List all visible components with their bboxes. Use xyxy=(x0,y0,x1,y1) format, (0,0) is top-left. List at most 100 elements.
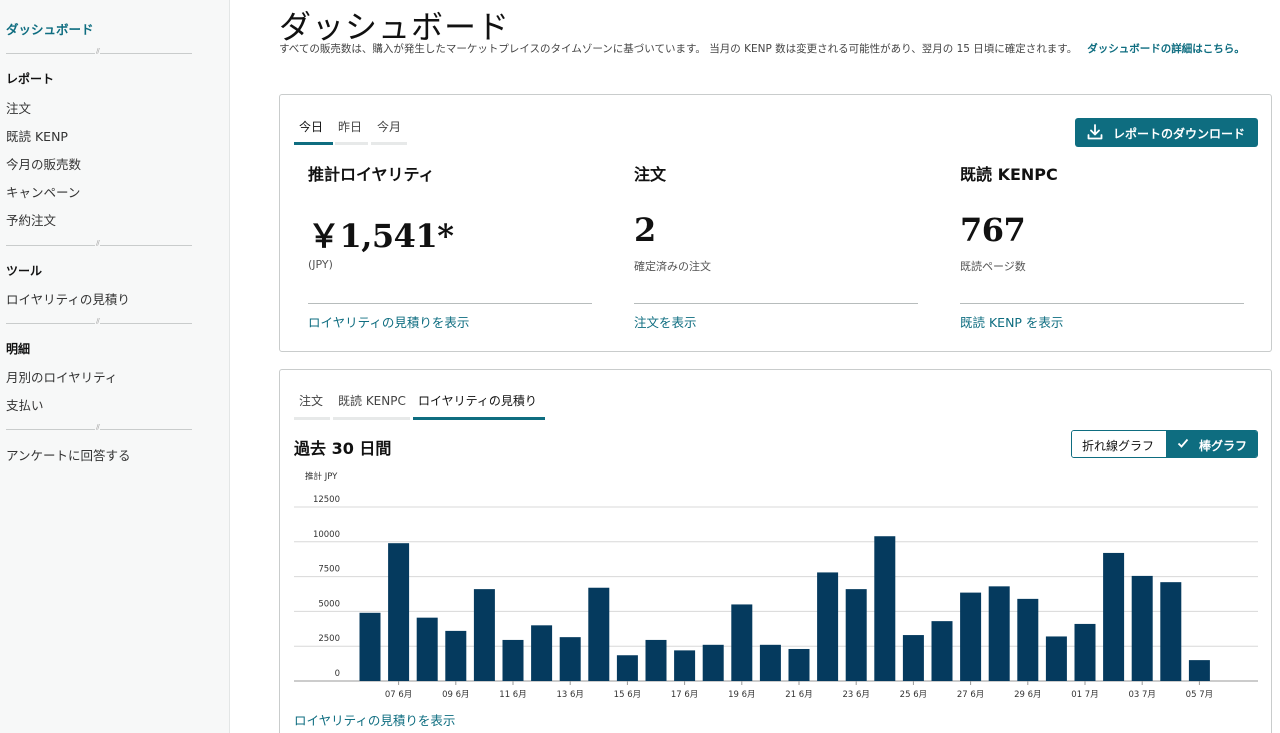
x-tick-label: 27 6月 xyxy=(957,690,984,700)
summary-card: 今日 昨日 今月 レポートのダウンロード 推計ロイヤリティ ￥1,541* (J… xyxy=(279,94,1272,352)
metric-divider xyxy=(634,303,918,304)
y-tick-label: 5000 xyxy=(318,599,340,609)
tab-indicator xyxy=(333,417,410,420)
x-tick-label: 05 7月 xyxy=(1186,690,1213,700)
bar xyxy=(988,586,1010,681)
x-tick-label: 29 6月 xyxy=(1014,690,1041,700)
y-tick-label: 7500 xyxy=(318,565,340,575)
bar-chart-button[interactable]: 棒グラフ xyxy=(1166,431,1257,457)
view-kenp-link[interactable]: 既読 KENP を表示 xyxy=(960,312,1063,331)
x-tick-label: 17 6月 xyxy=(671,690,698,700)
sidebar-item-payments[interactable]: 支払い xyxy=(6,395,44,414)
metric-value-royalty: ￥1,541* xyxy=(308,217,454,255)
metric-title-royalty: 推計ロイヤリティ xyxy=(308,165,435,184)
sidebar-item-kenp[interactable]: 既読 KENP xyxy=(6,126,68,145)
x-tick-label: 15 6月 xyxy=(614,690,641,700)
tab-this-month[interactable]: 今月 xyxy=(377,118,401,135)
bar xyxy=(616,655,638,681)
bar xyxy=(531,625,553,681)
tab-indicator xyxy=(335,142,368,145)
download-report-button[interactable]: レポートのダウンロード xyxy=(1075,118,1258,147)
bar xyxy=(473,589,495,681)
tab-yesterday[interactable]: 昨日 xyxy=(338,118,362,135)
sidebar-divider xyxy=(6,317,192,325)
sidebar-item-monthly-royalties[interactable]: 月別のロイヤリティ xyxy=(6,367,117,386)
tab-today[interactable]: 今日 xyxy=(299,118,323,135)
bar-chart-label: 棒グラフ xyxy=(1199,439,1248,453)
x-tick-label: 01 7月 xyxy=(1071,690,1098,700)
bar xyxy=(559,637,581,681)
sidebar-item-campaigns[interactable]: キャンペーン xyxy=(6,182,80,201)
metric-sub-kenpc: 既読ページ数 xyxy=(960,260,1026,273)
x-tick-label: 07 6月 xyxy=(385,690,412,700)
sidebar-item-monthly-sales[interactable]: 今月の販売数 xyxy=(6,154,81,173)
chart-type-toggle: 折れ線グラフ 棒グラフ xyxy=(1071,430,1258,458)
x-tick-label: 13 6月 xyxy=(556,690,583,700)
sidebar-divider xyxy=(6,47,192,55)
x-tick-label: 21 6月 xyxy=(785,690,812,700)
dashboard-details-link[interactable]: ダッシュボードの詳細はこちら。 xyxy=(1087,43,1245,55)
sidebar-item-orders[interactable]: 注文 xyxy=(6,98,31,117)
sidebar-divider xyxy=(6,423,192,431)
y-tick-label: 0 xyxy=(335,669,340,679)
bar xyxy=(1074,623,1096,681)
tab-indicator-active xyxy=(294,142,333,145)
bar xyxy=(1160,582,1182,681)
sidebar-heading-reports: レポート xyxy=(6,72,55,86)
x-tick-label: 23 6月 xyxy=(842,690,869,700)
x-tick-label: 03 7月 xyxy=(1128,690,1155,700)
y-tick-label: 10000 xyxy=(313,530,340,540)
metric-value-orders: 2 xyxy=(634,211,656,249)
sidebar-item-preorders[interactable]: 予約注文 xyxy=(6,210,56,229)
view-orders-link[interactable]: 注文を表示 xyxy=(634,312,697,331)
x-tick-label: 19 6月 xyxy=(728,690,755,700)
metric-title-kenpc: 既読 KENPC xyxy=(960,165,1058,184)
y-axis-label: 推計 JPY xyxy=(305,471,338,482)
download-report-label: レポートのダウンロード xyxy=(1113,127,1246,141)
bar xyxy=(759,644,781,681)
bar xyxy=(1045,636,1067,681)
line-chart-button[interactable]: 折れ線グラフ xyxy=(1072,431,1166,457)
bar xyxy=(1017,598,1039,681)
view-royalty-estimate-link[interactable]: ロイヤリティの見積りを表示 xyxy=(294,710,455,729)
x-tick-label: 09 6月 xyxy=(442,690,469,700)
bar xyxy=(674,650,696,681)
chart-title: 過去 30 日間 xyxy=(294,439,392,458)
chart-card: 注文 既読 KENPC ロイヤリティの見積り 過去 30 日間 折れ線グラフ 棒… xyxy=(279,369,1272,733)
view-royalty-link[interactable]: ロイヤリティの見積りを表示 xyxy=(308,312,469,331)
bar xyxy=(1188,660,1210,681)
tab-royalty-chart[interactable]: ロイヤリティの見積り xyxy=(418,392,537,409)
bar xyxy=(960,592,982,681)
line-chart-label: 折れ線グラフ xyxy=(1082,439,1155,453)
sidebar: ダッシュボード レポート 注文 既読 KENP 今月の販売数 キャンペーン 予約… xyxy=(0,0,230,733)
metric-divider xyxy=(308,303,592,304)
bar xyxy=(731,604,753,681)
bar xyxy=(645,639,667,681)
tab-indicator xyxy=(294,417,330,420)
sidebar-item-dashboard[interactable]: ダッシュボード xyxy=(6,19,94,38)
download-icon xyxy=(1087,124,1103,140)
sidebar-item-royalty-estimator[interactable]: ロイヤリティの見積り xyxy=(6,289,130,308)
royalty-bar-chart: 推計 JPY 0 2500 5000 7500 10000 12500 07 6月 09 6月 1… xyxy=(294,471,1258,700)
bar xyxy=(1131,575,1153,681)
x-tick-label: 11 6月 xyxy=(499,690,526,700)
description-text: すべての販売数は、購入が発生したマーケットプレイスのタイムゾーンに基づいています… xyxy=(279,43,1078,55)
metric-sub-royalty: (JPY) xyxy=(308,258,333,271)
bar xyxy=(817,572,839,681)
check-icon xyxy=(1177,438,1189,448)
bar xyxy=(845,589,867,681)
bar xyxy=(874,536,896,681)
y-tick-label: 12500 xyxy=(313,495,340,505)
sidebar-item-survey[interactable]: アンケートに回答する xyxy=(6,445,131,464)
bar xyxy=(359,612,381,681)
tab-orders-chart[interactable]: 注文 xyxy=(299,392,323,409)
metric-title-orders: 注文 xyxy=(634,165,667,184)
bar xyxy=(445,630,467,681)
bar xyxy=(788,648,810,681)
tab-indicator-active xyxy=(413,417,545,420)
tab-kenpc-chart[interactable]: 既読 KENPC xyxy=(338,392,406,409)
bar xyxy=(588,587,610,681)
metric-value-kenpc: 767 xyxy=(960,211,1026,249)
page-description: すべての販売数は、購入が発生したマーケットプレイスのタイムゾーンに基づいています… xyxy=(279,40,1269,59)
tab-indicator xyxy=(371,142,407,145)
